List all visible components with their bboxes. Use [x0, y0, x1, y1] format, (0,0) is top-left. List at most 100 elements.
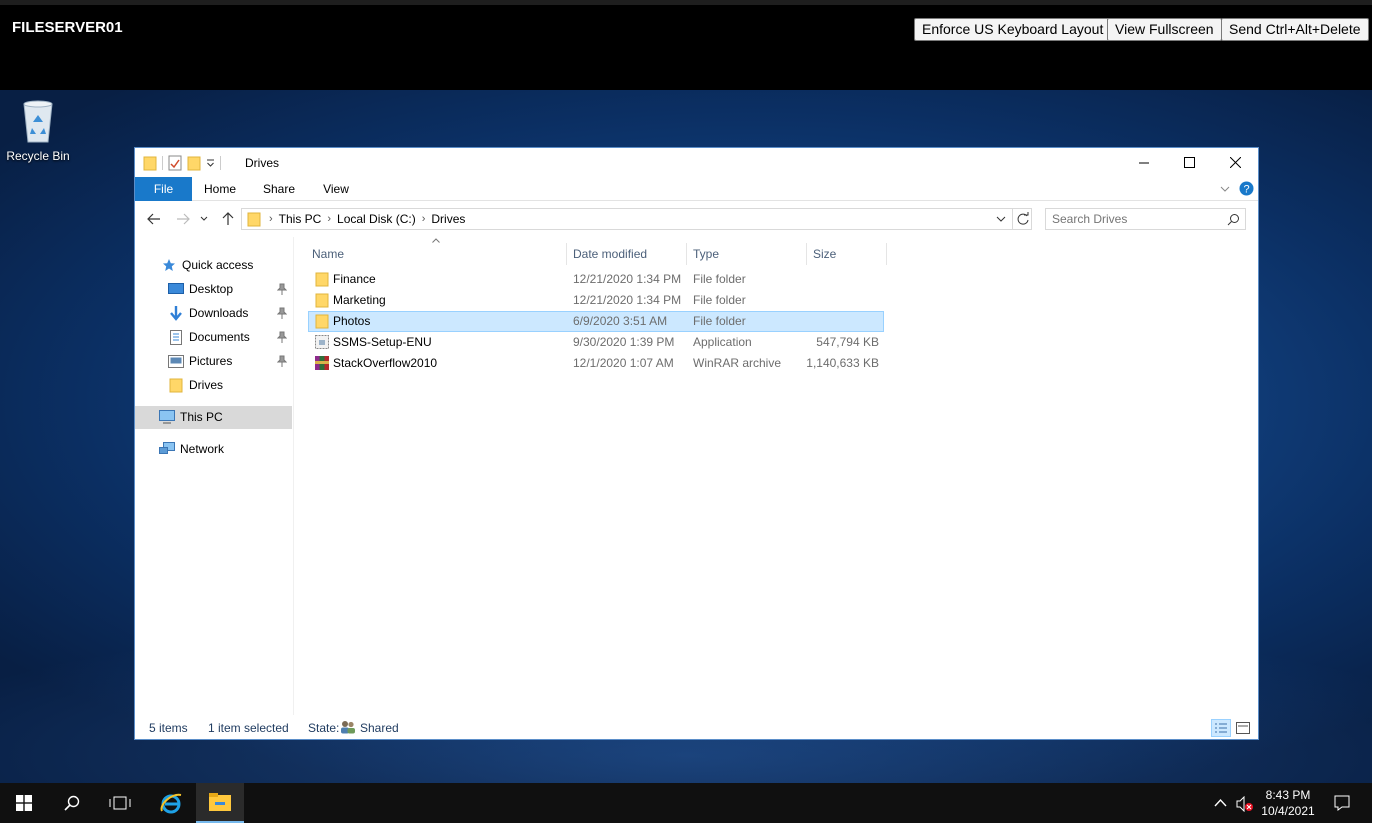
enforce-us-keyboard-button[interactable]: Enforce US Keyboard Layout	[914, 18, 1112, 41]
item-count: 5 items	[149, 721, 188, 735]
large-icons-view-button[interactable]	[1233, 719, 1253, 737]
speaker-muted-icon[interactable]	[1236, 796, 1254, 812]
address-bar[interactable]: › This PC › Local Disk (C:) › Drives	[241, 208, 1032, 230]
system-clock[interactable]: 8:43 PM 10/4/2021	[1255, 787, 1321, 819]
folder-icon	[315, 314, 329, 329]
viewer-edge	[1372, 0, 1376, 823]
nav-network[interactable]: Network	[159, 438, 224, 460]
column-header-name[interactable]: Name	[295, 243, 567, 265]
navigation-bar: › This PC › Local Disk (C:) › Drives	[135, 205, 1258, 233]
breadcrumb-separator[interactable]: ›	[327, 213, 331, 225]
server-name: FILESERVER01	[12, 19, 123, 36]
file-explorer-window[interactable]: Drives File Home Share View ? › This PC …	[134, 147, 1259, 740]
minimize-button[interactable]	[1121, 148, 1167, 177]
nav-label: This PC	[180, 410, 223, 424]
file-name: StackOverflow2010	[333, 356, 438, 370]
tab-view[interactable]: View	[313, 177, 359, 201]
list-item-photos[interactable]: Photos 6/9/2020 3:51 AM File folder	[308, 311, 884, 332]
selection-count: 1 item selected	[208, 721, 289, 735]
breadcrumb-drives[interactable]: Drives	[431, 212, 465, 226]
recent-locations-button[interactable]	[198, 209, 210, 229]
close-button[interactable]	[1212, 148, 1258, 177]
send-ctrl-alt-delete-button[interactable]: Send Ctrl+Alt+Delete	[1221, 18, 1369, 41]
arrow-left-icon	[147, 213, 160, 225]
nav-label: Network	[180, 442, 225, 456]
new-folder-icon[interactable]	[187, 155, 201, 171]
forward-button[interactable]	[173, 209, 193, 229]
nav-label: Documents	[189, 330, 250, 344]
folder-icon	[315, 272, 329, 287]
nav-label: Downloads	[189, 306, 249, 320]
column-header-date-modified[interactable]: Date modified	[567, 243, 687, 265]
column-header-size[interactable]: Size	[807, 243, 887, 265]
search-icon[interactable]	[1227, 213, 1240, 226]
chevron-down-icon[interactable]	[206, 158, 215, 168]
breadcrumb-this-pc[interactable]: This PC	[279, 212, 322, 226]
shared-users-icon	[341, 721, 355, 734]
search-input[interactable]	[1052, 209, 1222, 229]
file-list: Name Date modified Type Size Finance 12/…	[295, 237, 1258, 715]
nav-label: Drives	[189, 378, 224, 392]
arrow-right-icon	[177, 213, 190, 225]
pin-icon[interactable]	[277, 283, 287, 295]
nav-desktop[interactable]: Desktop	[168, 278, 233, 300]
file-date: 6/9/2020 3:51 AM	[573, 314, 668, 328]
taskbar: 8:43 PM 10/4/2021	[0, 783, 1372, 823]
list-item-marketing[interactable]: Marketing 12/21/2020 1:34 PM File folder	[309, 290, 884, 310]
navigation-pane: Quick access Desktop Downloads Documents…	[135, 237, 294, 715]
up-button[interactable]	[218, 209, 238, 229]
search-box[interactable]	[1045, 208, 1246, 230]
nav-pictures[interactable]: Pictures	[168, 350, 232, 372]
search-icon	[64, 795, 80, 811]
file-explorer-taskbar-button[interactable]	[196, 783, 244, 823]
properties-icon[interactable]	[168, 155, 182, 171]
pin-icon[interactable]	[277, 355, 287, 367]
chevron-up-icon[interactable]	[1214, 798, 1227, 807]
file-type: File folder	[693, 314, 746, 328]
breadcrumb-separator[interactable]: ›	[422, 213, 426, 225]
nav-quick-access[interactable]: Quick access	[161, 254, 253, 276]
tab-home[interactable]: Home	[197, 177, 243, 201]
notification-icon[interactable]	[1334, 795, 1350, 811]
pin-icon[interactable]	[277, 331, 287, 343]
internet-explorer-button[interactable]	[147, 783, 195, 823]
breadcrumb-separator[interactable]: ›	[269, 213, 273, 225]
tab-share[interactable]: Share	[256, 177, 302, 201]
search-button[interactable]	[48, 783, 96, 823]
file-size: 547,794 KB	[816, 335, 879, 349]
desktop-icon-recycle-bin[interactable]: Recycle Bin	[4, 98, 72, 163]
start-button[interactable]	[0, 783, 48, 823]
pin-icon[interactable]	[277, 307, 287, 319]
nav-downloads[interactable]: Downloads	[168, 302, 248, 324]
maximize-button[interactable]	[1166, 148, 1212, 177]
help-icon[interactable]: ?	[1239, 181, 1254, 196]
svg-text:?: ?	[1243, 184, 1249, 196]
details-view-button[interactable]	[1211, 719, 1231, 737]
recycle-bin-icon	[23, 100, 53, 143]
nav-label: Desktop	[189, 282, 234, 296]
task-view-button[interactable]	[96, 783, 144, 823]
back-button[interactable]	[144, 209, 164, 229]
expand-ribbon-icon[interactable]	[1220, 185, 1230, 193]
star-icon	[163, 259, 175, 271]
chevron-down-icon[interactable]	[996, 216, 1006, 223]
list-item-ssms-setup[interactable]: SSMS-Setup-ENU 9/30/2020 1:39 PM Applica…	[309, 332, 884, 352]
view-fullscreen-button[interactable]: View Fullscreen	[1107, 18, 1222, 41]
pictures-icon	[168, 354, 184, 368]
divider	[162, 156, 163, 170]
list-item-stackoverflow2010[interactable]: StackOverflow2010 12/1/2020 1:07 AM WinR…	[309, 353, 884, 373]
nav-this-pc[interactable]: This PC	[159, 406, 223, 428]
title-bar[interactable]: Drives	[135, 148, 1258, 177]
folder-icon	[169, 378, 183, 393]
list-item-finance[interactable]: Finance 12/21/2020 1:34 PM File folder	[309, 269, 884, 289]
nav-drives[interactable]: Drives	[168, 374, 223, 396]
tab-file[interactable]: File	[135, 177, 192, 201]
minimize-icon	[1139, 162, 1149, 163]
windows-logo-icon	[16, 795, 32, 811]
column-header-type[interactable]: Type	[687, 243, 807, 265]
divider	[1012, 209, 1013, 229]
breadcrumb-local-disk[interactable]: Local Disk (C:)	[337, 212, 416, 226]
file-type: WinRAR archive	[693, 356, 782, 370]
refresh-icon[interactable]	[1016, 212, 1030, 226]
nav-documents[interactable]: Documents	[168, 326, 250, 348]
